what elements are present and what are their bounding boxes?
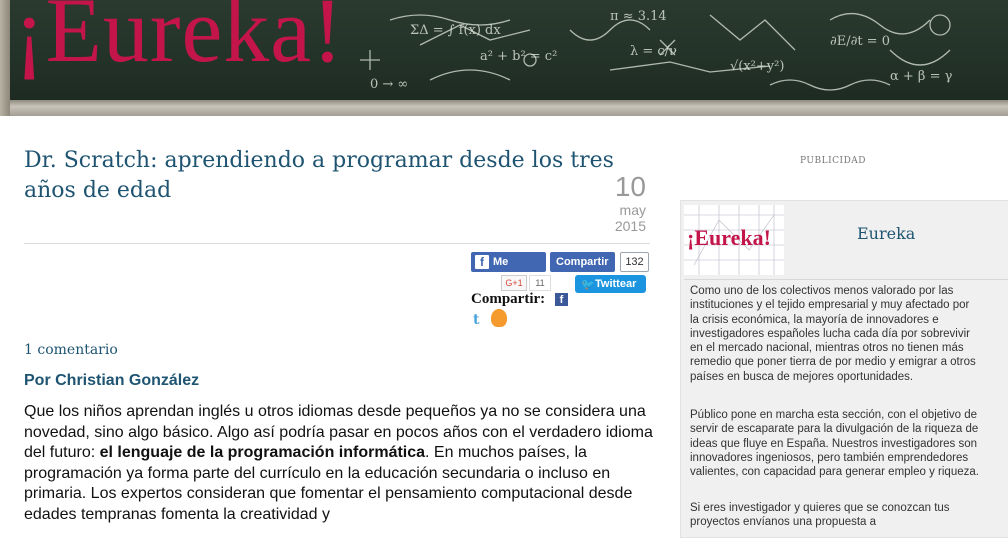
svg-text:∂E/∂t = 0: ∂E/∂t = 0 bbox=[830, 34, 890, 49]
widget-title: Eureka bbox=[857, 224, 916, 243]
twitter-share-icon[interactable]: t bbox=[473, 313, 487, 327]
facebook-share-icon[interactable]: f bbox=[555, 293, 568, 306]
google-plus-button[interactable]: G+1 bbox=[501, 275, 527, 291]
widget-divider bbox=[684, 279, 1008, 280]
article-date: 10 may 2015 bbox=[596, 171, 646, 235]
share-label: Compartir: bbox=[471, 291, 546, 307]
google-plus-count: 11 bbox=[529, 275, 551, 291]
article-body: Que los niños aprendan inglés u otros id… bbox=[24, 402, 654, 525]
comments-link[interactable]: 1 comentario bbox=[24, 342, 118, 358]
chalk-tray bbox=[10, 100, 1008, 116]
svg-text:a² + b² = c²: a² + b² = c² bbox=[480, 49, 557, 64]
facebook-share-button[interactable]: Compartir bbox=[550, 252, 615, 272]
svg-text:0 → ∞: 0 → ∞ bbox=[370, 77, 408, 92]
widget-logo[interactable]: ¡Eureka! bbox=[684, 205, 784, 275]
widget-paragraph: Como uno de los colectivos menos valorad… bbox=[690, 285, 976, 383]
article-byline: Por Christian González bbox=[24, 372, 200, 389]
site-logo[interactable]: ¡Eureka! bbox=[14, 0, 344, 90]
facebook-icon: f bbox=[475, 255, 489, 269]
chalkboard-frame bbox=[0, 0, 10, 116]
widget-paragraph: Si eres investigador y quieres que se co… bbox=[690, 502, 950, 529]
date-year: 2015 bbox=[614, 218, 646, 234]
body-text-bold: el lenguaje de la programación informáti… bbox=[99, 444, 426, 461]
share-count-badge: 132 bbox=[620, 252, 649, 272]
date-day: 10 bbox=[614, 171, 646, 202]
advertising-label: PUBLICIDAD bbox=[800, 156, 867, 166]
article-title: Dr. Scratch: aprendiendo a programar des… bbox=[24, 148, 614, 203]
title-divider bbox=[24, 243, 650, 244]
date-month: may bbox=[619, 202, 646, 218]
meneame-share-icon[interactable] bbox=[491, 309, 507, 327]
twitter-bird-icon: 🐦 bbox=[581, 279, 595, 291]
svg-text:α + β = γ: α + β = γ bbox=[890, 69, 953, 84]
site-header: ΣΔ = ∫ f(x) dx a² + b² = c² π ≈ 3.14 λ =… bbox=[0, 0, 1008, 116]
tweet-button[interactable]: 🐦 Twittear bbox=[575, 275, 646, 293]
svg-text:λ = c/ν: λ = c/ν bbox=[630, 44, 677, 59]
widget-paragraph: Público pone en marcha esta sección, con… bbox=[690, 409, 979, 479]
svg-text:√(x²+y²): √(x²+y²) bbox=[730, 59, 784, 74]
widget-logo-text: ¡Eureka! bbox=[687, 225, 771, 250]
svg-text:ΣΔ = ∫ f(x) dx: ΣΔ = ∫ f(x) dx bbox=[410, 23, 501, 38]
svg-text:π ≈ 3.14: π ≈ 3.14 bbox=[610, 9, 667, 24]
tweet-label: Twittear bbox=[595, 278, 637, 290]
facebook-like-button[interactable]: f Me gusta bbox=[471, 252, 546, 288]
